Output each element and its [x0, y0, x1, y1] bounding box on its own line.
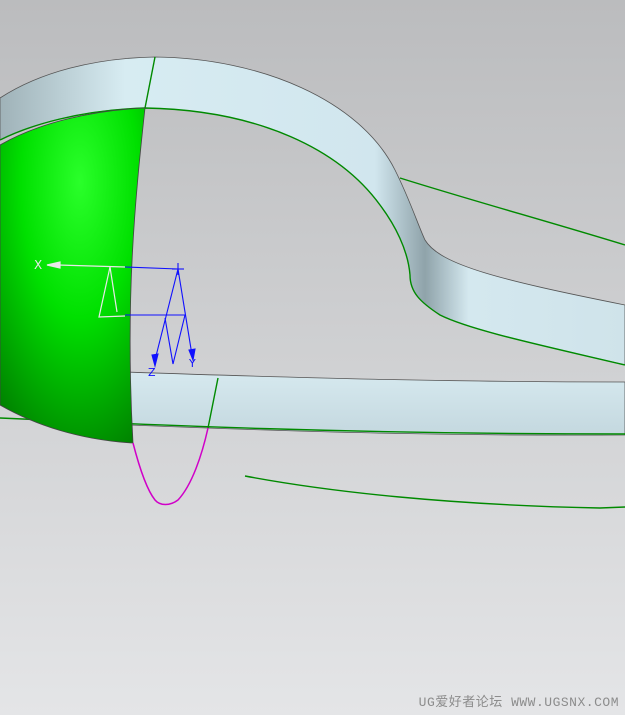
cad-viewport[interactable]: X Z Y	[0, 0, 625, 715]
wcs-x-label: X	[34, 258, 42, 272]
sphere-body[interactable]	[0, 107, 146, 444]
watermark: UG爱好者论坛 WWW.UGSNX.COM	[418, 695, 619, 710]
band-surface[interactable]	[124, 371, 625, 436]
csys-y-label: Y	[188, 357, 196, 370]
csys-z-label: Z	[148, 366, 156, 379]
